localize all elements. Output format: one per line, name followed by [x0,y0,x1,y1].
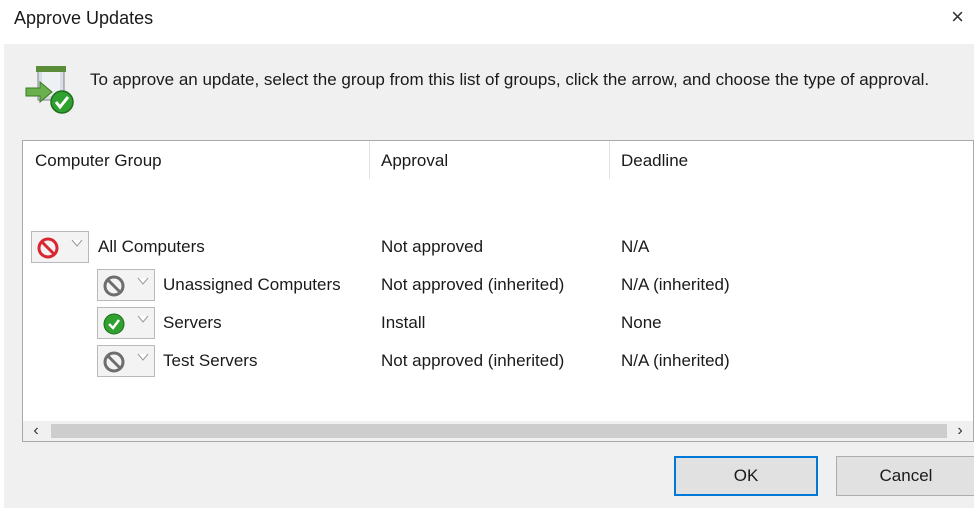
group-name: Unassigned Computers [163,275,341,294]
approval-dropdown-button[interactable] [97,269,155,301]
scroll-left-icon[interactable]: ‹ [25,421,47,441]
close-icon[interactable]: × [951,4,964,30]
approval-value: Not approved (inherited) [381,275,565,294]
computer-group-table: Computer Group Approval Deadline All Com… [22,140,974,442]
column-divider [609,141,610,179]
deadline-value: N/A (inherited) [621,275,730,294]
horizontal-scrollbar[interactable]: ‹ › [23,421,973,441]
column-divider [369,141,370,179]
title-bar: Approve Updates × [0,0,974,44]
approval-dropdown-button[interactable] [97,307,155,339]
approval-value: Not approved (inherited) [381,351,565,370]
approve-update-icon [25,66,74,114]
table-row[interactable]: Servers Install None [23,305,963,341]
install-check-icon [103,313,125,335]
header-deadline[interactable]: Deadline [621,151,688,171]
table-row[interactable]: All Computers Not approved N/A [23,229,963,265]
header-computer-group[interactable]: Computer Group [35,151,162,171]
approval-value: Install [381,313,426,332]
deadline-value: None [621,313,662,332]
table-row[interactable]: Test Servers Not approved (inherited) N/… [23,343,963,379]
chevron-down-icon [71,239,83,247]
deadline-value: N/A (inherited) [621,351,730,370]
approval-dropdown-button[interactable] [97,345,155,377]
scroll-thumb[interactable] [51,424,947,438]
dialog-body: To approve an update, select the group f… [4,44,974,508]
window-title: Approve Updates [14,8,154,28]
intro-text: To approve an update, select the group f… [90,70,930,89]
approval-dropdown-button[interactable] [31,231,89,263]
not-approved-red-icon [37,237,59,259]
chevron-down-icon [137,353,149,361]
cancel-button[interactable]: Cancel [836,456,974,496]
ok-button[interactable]: OK [674,456,818,496]
chevron-down-icon [137,277,149,285]
chevron-down-icon [137,315,149,323]
group-name: All Computers [98,237,205,256]
group-name: Servers [163,313,222,332]
table-row[interactable]: Unassigned Computers Not approved (inher… [23,267,963,303]
scroll-right-icon[interactable]: › [949,421,971,441]
not-approved-gray-icon [103,275,125,297]
not-approved-gray-icon [103,351,125,373]
deadline-value: N/A [621,237,650,256]
group-name: Test Servers [163,351,258,370]
approval-value: Not approved [381,237,484,256]
header-approval[interactable]: Approval [381,151,448,171]
